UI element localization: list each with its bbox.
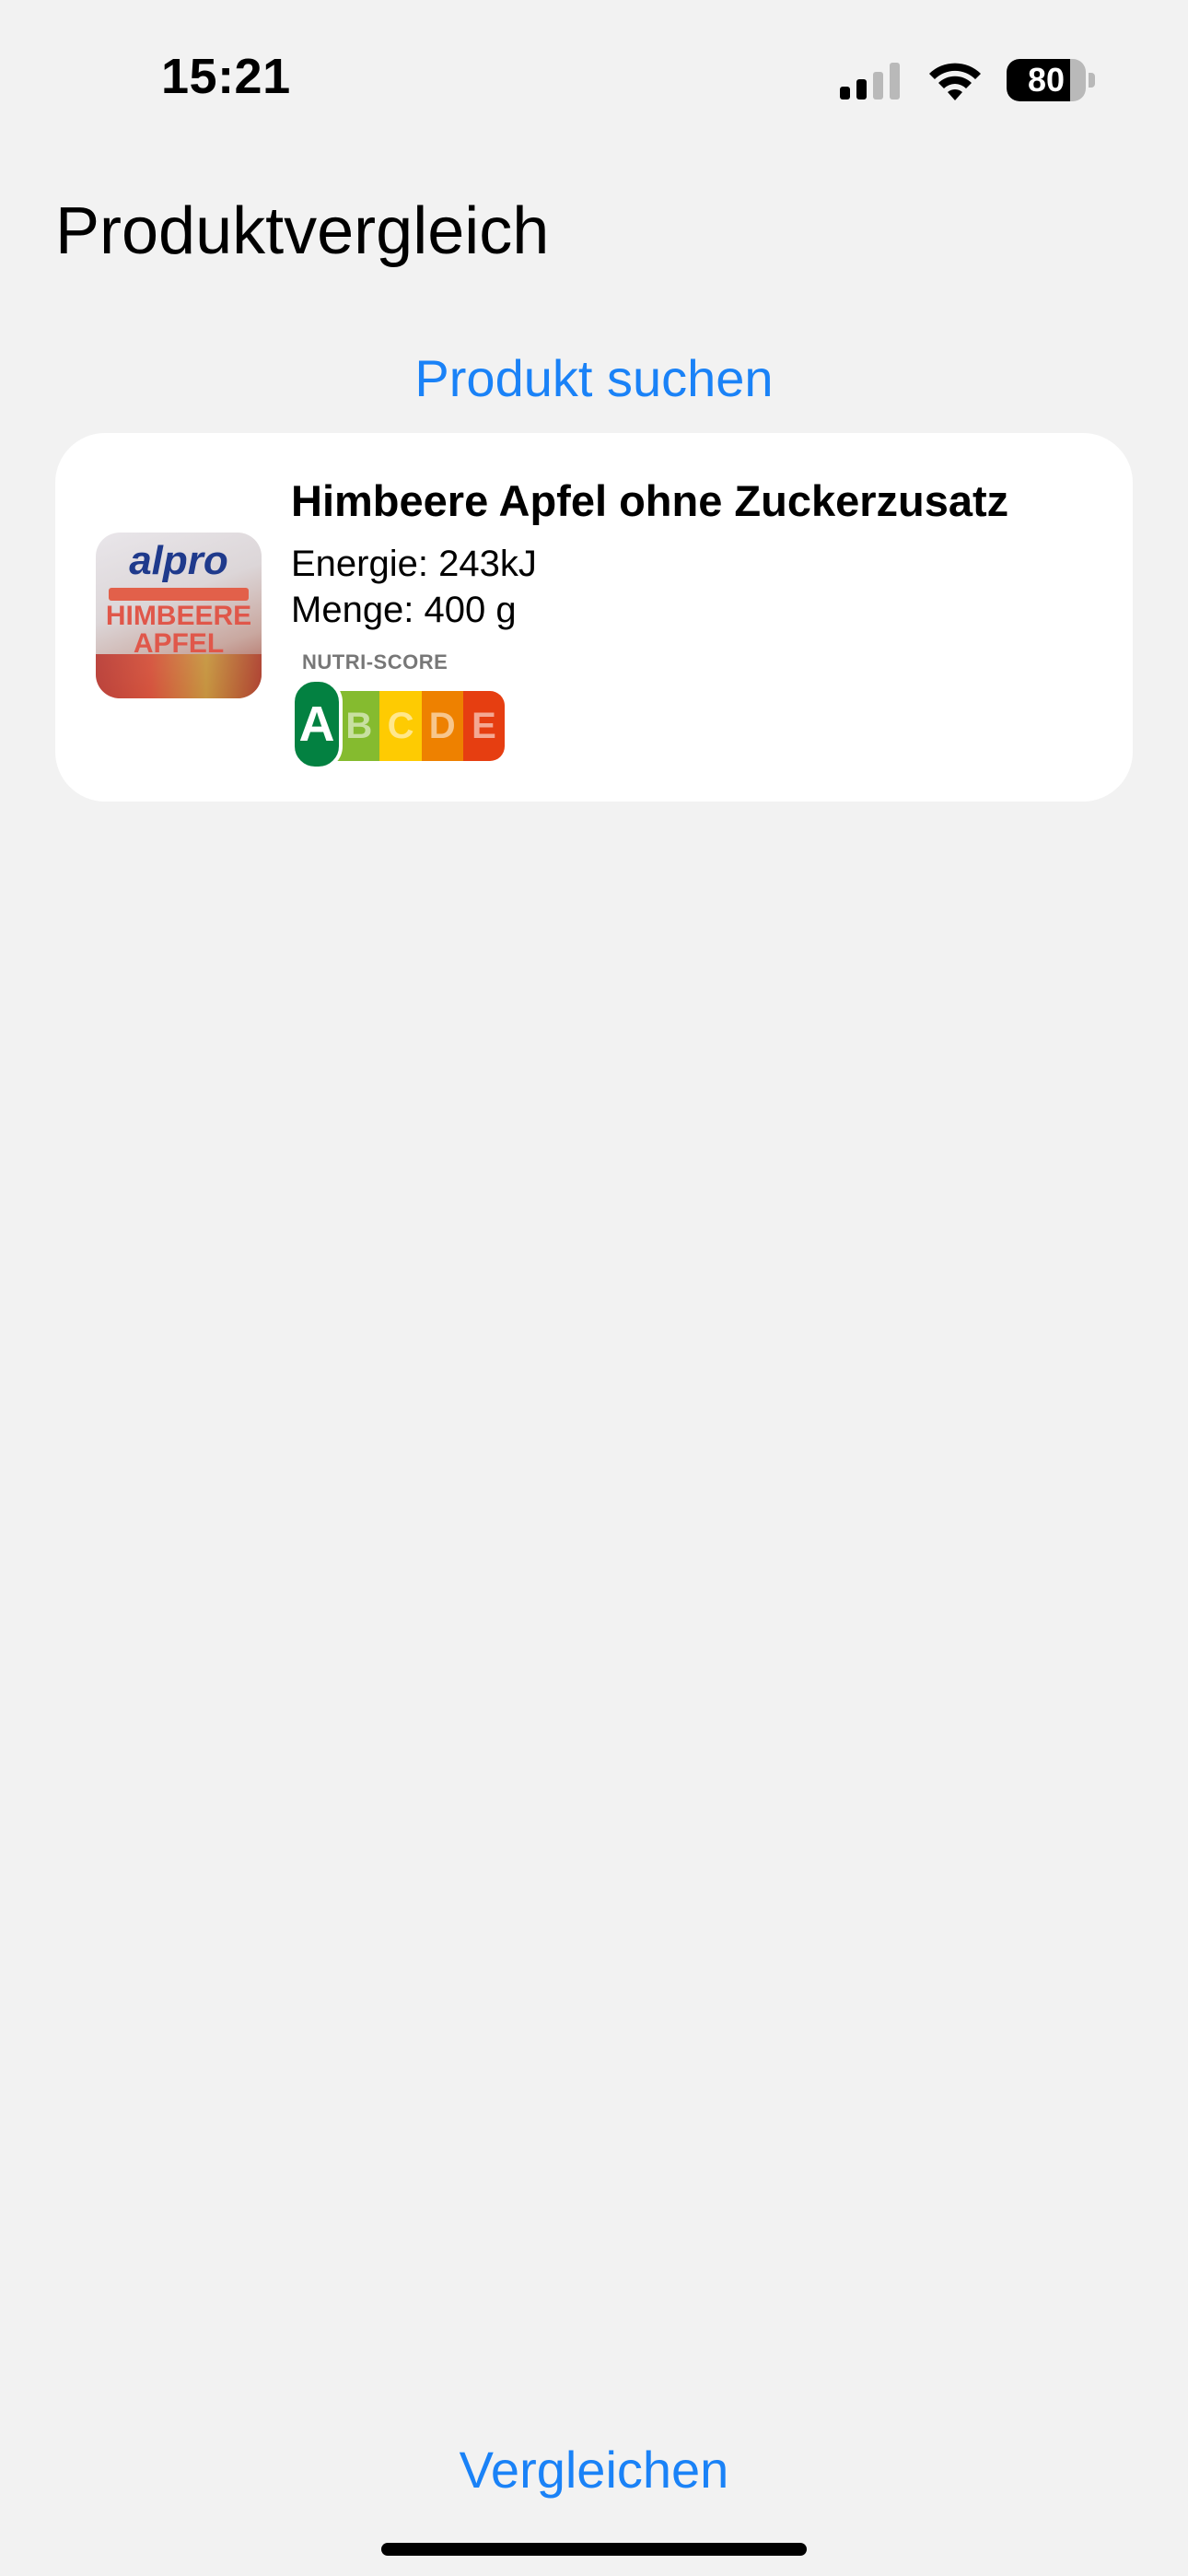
product-amount: Menge: 400 g bbox=[291, 590, 517, 630]
nutri-grade-e: E bbox=[462, 691, 505, 761]
battery-level: 80 bbox=[1027, 61, 1066, 99]
product-card[interactable]: alpro HIMBEERE APFEL Himbeere Apfel ohne… bbox=[55, 433, 1133, 802]
compare-button[interactable]: Vergleichen bbox=[0, 2440, 1188, 2500]
cellular-signal-icon bbox=[840, 61, 900, 100]
product-image-brand: alpro bbox=[129, 538, 228, 583]
product-name: Himbeere Apfel ohne Zuckerzusatz bbox=[291, 476, 1009, 525]
nutri-grade-c: C bbox=[379, 691, 422, 761]
nutri-score-label: NUTRI-SCORE bbox=[302, 650, 448, 673]
page-title: Produktvergleich bbox=[55, 194, 550, 268]
product-energy: Energie: 243kJ bbox=[291, 544, 537, 584]
battery-icon: 80 bbox=[1007, 59, 1095, 101]
status-time: 15:21 bbox=[161, 49, 291, 104]
app-screen: 15:21 80 Produktvergleich Produkt suchen… bbox=[0, 0, 1188, 2576]
nutri-score-active-grade: A bbox=[291, 678, 343, 770]
product-image-line1: HIMBEERE bbox=[105, 601, 252, 631]
search-product-button[interactable]: Produkt suchen bbox=[0, 348, 1188, 408]
product-image: alpro HIMBEERE APFEL bbox=[96, 533, 262, 698]
nutri-grade-d: D bbox=[421, 691, 463, 761]
wifi-icon bbox=[929, 63, 981, 100]
status-icons: 80 bbox=[840, 57, 1095, 103]
home-indicator[interactable] bbox=[381, 2543, 807, 2556]
nutri-grade-b: B bbox=[338, 691, 380, 761]
nutri-score-badge: NUTRI-SCORE A B C D E A bbox=[291, 650, 508, 770]
